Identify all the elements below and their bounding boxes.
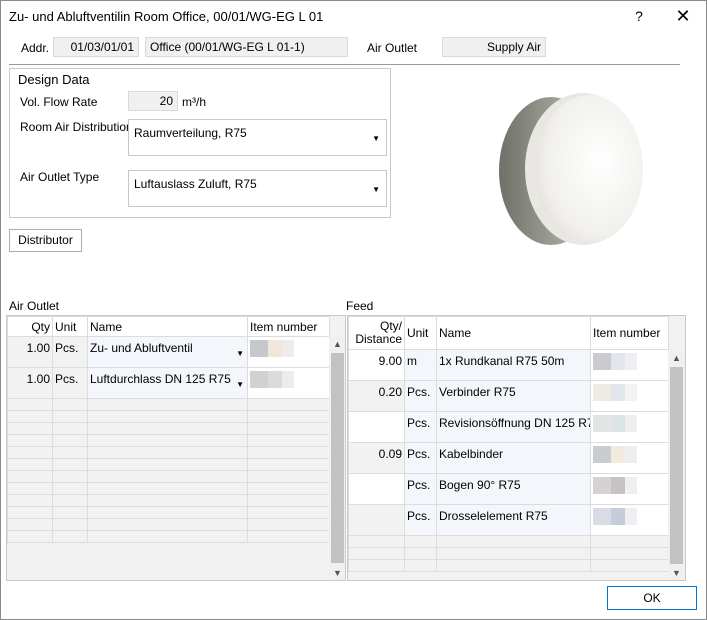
air-outlet-grid-title: Air Outlet [9, 299, 60, 313]
qty-cell [348, 504, 405, 536]
blurred-item-number [593, 353, 637, 370]
name-cell: Kabelbinder [436, 442, 591, 474]
close-icon[interactable]: ✕ [669, 5, 697, 27]
blurred-item-number [593, 508, 637, 525]
item-number-cell [247, 336, 330, 368]
col-item-number[interactable]: Item number [590, 316, 669, 350]
qty-cell: 0.20 [348, 380, 405, 412]
scroll-up-icon[interactable]: ▲ [668, 350, 685, 366]
unit-cell: Pcs. [404, 442, 437, 474]
item-number-cell [590, 504, 669, 536]
dialog-window: Zu- und Abluftventilin Room Office, 00/0… [0, 0, 707, 620]
air-outlet-grid: Qty Unit Name Item number 1.00 Pcs. Zu- … [6, 315, 346, 581]
blurred-item-number [593, 477, 637, 494]
qty-cell: 1.00 [7, 367, 53, 399]
outlet-type-label: Air Outlet Type [20, 170, 100, 184]
blurred-item-number [250, 340, 294, 357]
design-data-title: Design Data [18, 72, 90, 87]
col-name[interactable]: Name [436, 316, 591, 350]
blurred-item-number [593, 415, 637, 432]
table-row[interactable]: 9.00 m 1x Rundkanal R75 50m [348, 349, 669, 381]
qty-cell: 1.00 [7, 336, 53, 368]
item-number-cell [590, 442, 669, 474]
table-row[interactable]: 0.09 Pcs. Kabelbinder [348, 442, 669, 474]
scroll-up-icon[interactable]: ▲ [329, 336, 345, 352]
distributor-button[interactable]: Distributor [9, 229, 82, 252]
qty-cell[interactable] [348, 411, 405, 443]
name-cell: Luftdurchlass DN 125 R75 [90, 372, 231, 386]
table-row[interactable]: 1.00 Pcs. Luftdurchlass DN 125 R75 ▼ [7, 367, 330, 399]
blurred-item-number [593, 446, 637, 463]
scroll-down-icon[interactable]: ▼ [668, 565, 685, 580]
name-cell: Revisionsöffnung DN 125 R75 [436, 411, 591, 443]
name-cell: Drosselelement R75 [436, 504, 591, 536]
name-select[interactable]: Luftdurchlass DN 125 R75 ▼ [87, 367, 248, 399]
air-outlet-scrollbar[interactable]: ▲ ▼ [329, 336, 345, 580]
outlet-type-select[interactable]: Luftauslass Zuluft, R75 ▼ [128, 170, 387, 207]
design-data-group: Design Data Vol. Flow Rate 20 m³/h Room … [9, 68, 391, 218]
unit-cell: Pcs. [404, 473, 437, 505]
item-number-cell [590, 411, 669, 443]
air-valve-image [499, 93, 643, 245]
col-qty[interactable]: Qty [7, 316, 53, 337]
scroll-down-icon[interactable]: ▼ [329, 565, 345, 580]
vol-flow-label: Vol. Flow Rate [20, 95, 98, 109]
vol-flow-input[interactable]: 20 [128, 91, 178, 111]
room-field[interactable]: Office (00/01/WG-EG L 01-1) [145, 37, 348, 57]
col-item-number[interactable]: Item number [247, 316, 330, 337]
help-icon[interactable]: ? [627, 5, 651, 27]
unit-cell: m [404, 349, 437, 381]
item-number-cell [590, 473, 669, 505]
scroll-thumb[interactable] [331, 353, 344, 563]
room-air-value: Raumverteilung, R75 [134, 126, 247, 140]
unit-cell: Pcs. [52, 336, 88, 368]
col-qty-distance[interactable]: Qty/ Distance [348, 316, 405, 350]
item-number-cell [590, 349, 669, 381]
name-cell: Bogen 90° R75 [436, 473, 591, 505]
table-row[interactable]: Pcs. Revisionsöffnung DN 125 R75 [348, 411, 669, 443]
item-number-cell [590, 380, 669, 412]
col-unit[interactable]: Unit [52, 316, 88, 337]
unit-cell: Pcs. [404, 411, 437, 443]
title-bar: Zu- und Abluftventilin Room Office, 00/0… [1, 1, 706, 33]
table-row[interactable]: 0.20 Pcs. Verbinder R75 [348, 380, 669, 412]
ok-button[interactable]: OK [607, 586, 697, 610]
separator [9, 64, 680, 65]
blurred-item-number [593, 384, 637, 401]
air-outlet-field[interactable]: Supply Air [442, 37, 546, 57]
feed-grid: Qty/ Distance Unit Name Item number 9.00… [347, 315, 686, 581]
unit-cell: Pcs. [52, 367, 88, 399]
unit-cell: Pcs. [404, 504, 437, 536]
chevron-down-icon: ▼ [236, 380, 244, 389]
feed-grid-title: Feed [346, 299, 374, 313]
outlet-type-value: Luftauslass Zuluft, R75 [134, 177, 257, 191]
name-select[interactable]: Zu- und Abluftventil ▼ [87, 336, 248, 368]
qty-cell: 0.09 [348, 442, 405, 474]
room-air-select[interactable]: Raumverteilung, R75 ▼ [128, 119, 387, 156]
name-cell: 1x Rundkanal R75 50m [436, 349, 591, 381]
name-cell: Verbinder R75 [436, 380, 591, 412]
vol-flow-unit: m³/h [182, 95, 206, 109]
name-cell: Zu- und Abluftventil [90, 341, 193, 355]
qty-cell[interactable]: 9.00 [348, 349, 405, 381]
col-name[interactable]: Name [87, 316, 248, 337]
qty-cell[interactable] [348, 473, 405, 505]
feed-scrollbar[interactable]: ▲ ▼ [668, 350, 685, 580]
chevron-down-icon: ▼ [372, 134, 380, 143]
addr-field[interactable]: 01/03/01/01 [53, 37, 139, 57]
addr-label: Addr. [21, 41, 50, 55]
chevron-down-icon: ▼ [236, 349, 244, 358]
window-title: Zu- und Abluftventilin Room Office, 00/0… [9, 9, 324, 24]
table-row[interactable]: Pcs. Bogen 90° R75 [348, 473, 669, 505]
room-air-label: Room Air Distribution [20, 120, 133, 134]
air-outlet-label: Air Outlet [367, 41, 418, 55]
scroll-thumb[interactable] [670, 367, 683, 564]
table-row[interactable]: 1.00 Pcs. Zu- und Abluftventil ▼ [7, 336, 330, 368]
chevron-down-icon: ▼ [372, 185, 380, 194]
item-number-cell [247, 367, 330, 399]
blurred-item-number [250, 371, 294, 388]
col-unit[interactable]: Unit [404, 316, 437, 350]
table-row[interactable]: Pcs. Drosselelement R75 [348, 504, 669, 536]
unit-cell: Pcs. [404, 380, 437, 412]
